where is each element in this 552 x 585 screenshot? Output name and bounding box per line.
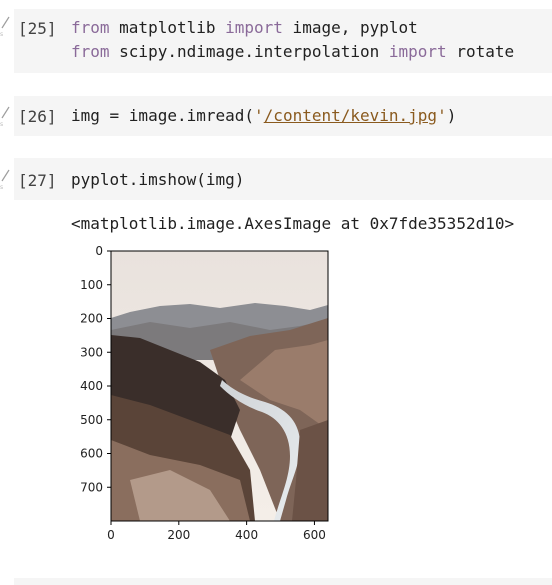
code-cell-next[interactable] [14, 578, 552, 585]
x-axis: 0 200 400 600 [107, 521, 326, 542]
y-tick-label: 500 [80, 413, 103, 427]
y-tick-label: 300 [80, 345, 103, 359]
y-tick-label: 100 [80, 278, 103, 292]
y-tick-label: 600 [80, 447, 103, 461]
y-tick-label: 700 [80, 480, 103, 494]
x-tick-label: 600 [303, 528, 326, 542]
x-tick-label: 0 [107, 528, 115, 542]
x-tick-label: 200 [167, 528, 190, 542]
x-tick-label: 400 [235, 528, 258, 542]
imshow-figure: 0 100 200 300 400 500 600 700 0 200 400 600 [80, 244, 329, 542]
landscape-image [111, 251, 328, 521]
y-axis: 0 100 200 300 400 500 600 700 [80, 244, 111, 494]
y-tick-label: 200 [80, 312, 103, 326]
y-tick-label: 400 [80, 379, 103, 393]
y-tick-label: 0 [95, 244, 103, 258]
